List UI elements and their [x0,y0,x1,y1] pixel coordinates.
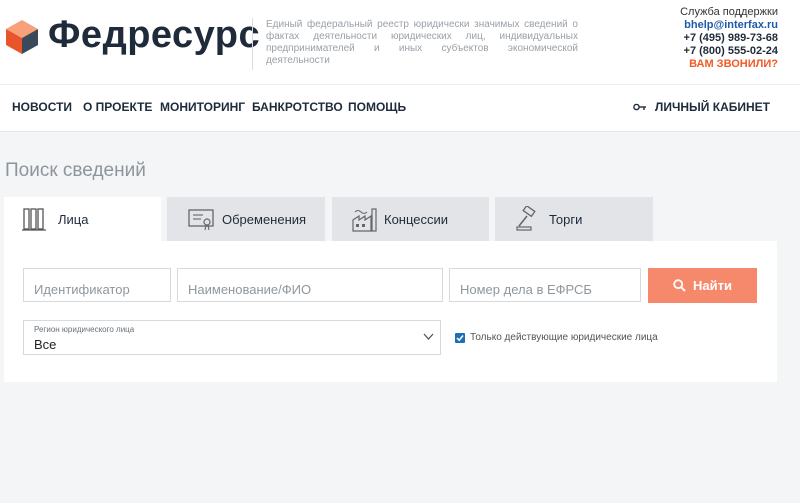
tab-auctions-label: Торги [549,211,583,227]
factory-icon [352,208,377,232]
support-title: Служба поддержки [680,6,778,18]
site-tagline: Единый федеральный реестр юридически зна… [266,19,578,66]
nav-item-monitoring[interactable]: МОНИТОРИНГ [160,100,245,114]
site-header: Федресурс Единый федеральный реестр юрид… [0,0,800,84]
tab-encumbrances[interactable]: Обременения [167,197,325,241]
nav-item-news[interactable]: НОВОСТИ [12,100,72,114]
checkmark-icon [456,335,464,342]
key-icon [633,103,646,111]
name-field[interactable] [177,268,443,302]
gavel-icon [516,206,536,231]
identifier-field[interactable] [23,268,171,302]
tab-persons-label: Лица [58,211,89,227]
region-select[interactable]: Регион юридического лица Все [23,320,441,355]
page-title: Поиск сведений [5,160,146,181]
nav-item-about[interactable]: О ПРОЕКТЕ [83,100,152,114]
tab-concessions-label: Концессии [384,211,449,227]
search-icon [673,279,686,292]
find-button[interactable]: Найти [648,268,757,303]
active-only-checkbox[interactable] [455,333,465,343]
chevron-down-icon [423,333,434,340]
region-select-value: Все [34,337,57,352]
fedresurs-logo-icon[interactable] [6,20,38,54]
support-email-link[interactable]: bhelp@interfax.ru [680,19,778,32]
persons-icon [22,208,46,231]
brand-name[interactable]: Федресурс [48,14,260,57]
region-select-label: Регион юридического лица [34,325,135,334]
tab-persons[interactable]: Лица [4,197,161,241]
nav-item-bankruptcy[interactable]: БАНКРОТСТВО [252,100,343,114]
personal-cabinet-link[interactable]: ЛИЧНЫЙ КАБИНЕТ [633,100,770,114]
active-only-label[interactable]: Только действующие юридические лица [470,332,658,343]
support-phone-2[interactable]: +7 (800) 555-02-24 [680,45,778,58]
callback-link[interactable]: ВАМ ЗВОНИЛИ? [680,58,778,71]
tab-concessions[interactable]: Концессии [332,197,489,241]
main-nav: НОВОСТИ О ПРОЕКТЕ МОНИТОРИНГ БАНКРОТСТВО… [0,84,800,132]
tab-encumbrances-label: Обременения [222,211,307,227]
nav-item-help[interactable]: ПОМОЩЬ [348,100,406,114]
support-block: Служба поддержки bhelp@interfax.ru +7 (4… [680,6,778,71]
case-number-field[interactable] [449,268,641,302]
certificate-icon [188,209,214,231]
tab-auctions[interactable]: Торги [495,197,653,241]
name-input[interactable] [178,269,442,301]
find-button-label: Найти [693,278,732,293]
search-panel: Найти Регион юридического лица Все Тольк… [4,241,777,382]
support-phone-1[interactable]: +7 (495) 989-73-68 [680,32,778,45]
personal-cabinet-label: ЛИЧНЫЙ КАБИНЕТ [654,100,770,114]
header-divider [252,18,253,70]
identifier-input[interactable] [24,269,170,301]
case-number-input[interactable] [450,269,640,301]
